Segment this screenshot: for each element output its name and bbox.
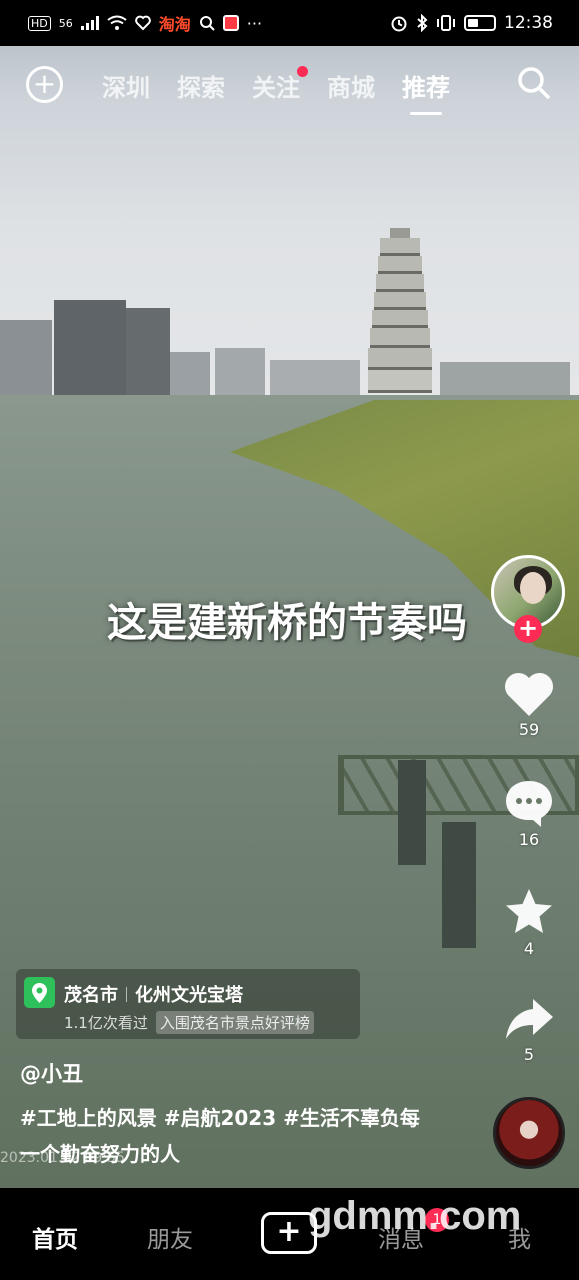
pagoda	[368, 228, 432, 393]
wifi-icon	[107, 15, 127, 30]
post-timestamp: 2023.01.02 09:55	[0, 1150, 125, 1166]
signal-icon	[80, 16, 99, 30]
tab-following[interactable]: 关注	[252, 66, 308, 103]
bluetooth-icon	[417, 14, 428, 32]
comment-button[interactable]: 16	[489, 778, 569, 849]
like-button[interactable]: 59	[489, 670, 569, 739]
location-views: 1.1亿次看过	[64, 1014, 148, 1032]
location-meta: 1.1亿次看过 入围茂名市景点好评榜	[64, 1011, 314, 1034]
location-card[interactable]: 茂名市 化州文光宝塔 1.1亿次看过 入围茂名市景点好评榜	[16, 969, 360, 1039]
bridge-pier	[398, 760, 426, 865]
add-icon[interactable]: +	[26, 66, 63, 103]
music-disc[interactable]	[493, 1097, 565, 1169]
star-icon	[506, 889, 552, 933]
nav-home[interactable]: 首页	[32, 1220, 78, 1254]
divider	[126, 986, 127, 1002]
top-nav: + 深圳 探索 关注 商城 推荐	[0, 62, 579, 115]
tab-mall[interactable]: 商城	[327, 68, 375, 103]
status-bar: HD 56 淘淘 ··· 12:38	[0, 0, 579, 46]
clock: 12:38	[504, 13, 553, 33]
author-name[interactable]: @小丑	[20, 1058, 83, 1088]
city-skyline	[0, 300, 579, 400]
alarm-icon	[391, 16, 407, 32]
location-place: 化州文光宝塔	[135, 985, 243, 1006]
tab-recommend[interactable]: 推荐	[402, 68, 450, 115]
location-pin-icon	[24, 977, 55, 1008]
app-notification-icon	[222, 15, 239, 31]
comment-count: 16	[518, 830, 540, 849]
nav-friends[interactable]: 朋友	[147, 1220, 193, 1254]
comment-icon	[506, 781, 552, 827]
like-count: 59	[518, 720, 540, 739]
vibrate-icon	[437, 15, 455, 31]
location-city: 茂名市	[64, 985, 118, 1006]
tab-following-label: 关注	[252, 74, 300, 102]
feed-tabs: 深圳 探索 关注 商城 推荐	[102, 66, 450, 115]
follow-button[interactable]: +	[514, 615, 542, 643]
watermark: gdmm.com	[308, 1194, 522, 1238]
favorite-count: 4	[523, 939, 535, 958]
location-title: 茂名市 化州文光宝塔	[64, 981, 243, 1007]
search-notify-icon	[199, 16, 215, 31]
favorite-button[interactable]: 4	[489, 887, 569, 958]
signal-label: 56	[58, 16, 73, 30]
notification-dot	[297, 66, 308, 77]
tab-explore[interactable]: 探索	[177, 68, 225, 103]
battery-icon	[464, 15, 496, 31]
avatar-face	[520, 572, 546, 604]
bridge-pier	[442, 822, 476, 948]
hd-indicator: HD	[28, 15, 51, 31]
search-icon[interactable]	[517, 66, 551, 100]
share-button[interactable]: 5	[489, 995, 569, 1064]
share-icon	[506, 999, 553, 1039]
taobao-notification: 淘淘	[158, 15, 191, 34]
more-notifications: ···	[246, 13, 263, 33]
heart-icon	[504, 672, 554, 716]
tab-shenzhen[interactable]: 深圳	[102, 68, 150, 103]
heart-link-icon	[134, 15, 151, 31]
share-count: 5	[523, 1045, 535, 1064]
location-rank-badge: 入围茂名市景点好评榜	[155, 1011, 314, 1034]
